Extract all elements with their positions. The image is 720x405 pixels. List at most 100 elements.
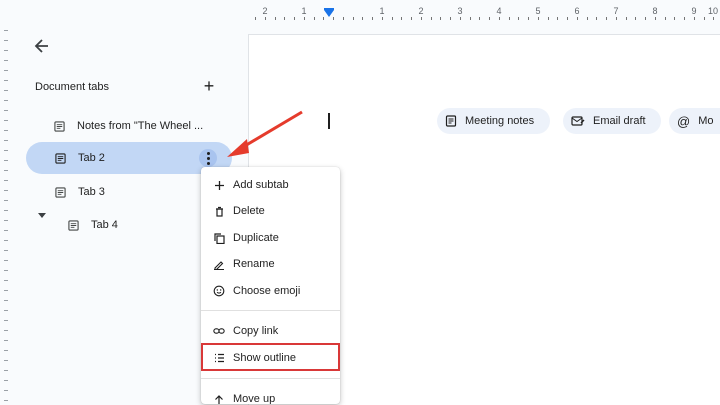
menu-item-add-subtab[interactable]: Add subtab: [201, 172, 340, 198]
ruler-tick: [4, 70, 8, 71]
ruler-tick: [518, 17, 519, 20]
ruler-tick: [4, 180, 8, 181]
ruler-number: 9: [691, 6, 697, 16]
ruler-tick: [372, 17, 373, 20]
menu-item-label: Move up: [233, 393, 276, 404]
ruler-tick: [4, 100, 8, 101]
meeting-notes-chip[interactable]: Meeting notes: [437, 108, 550, 134]
doc-tab-icon: [54, 120, 65, 132]
ruler-tick: [284, 17, 285, 20]
ruler-tick: [4, 250, 8, 251]
trash-icon: [213, 205, 225, 217]
menu-item-label: Copy link: [233, 325, 279, 337]
menu-item-label: Rename: [233, 258, 275, 270]
ruler-tick: [4, 90, 8, 91]
doc-tab-icon: [55, 152, 66, 164]
vertical-ruler[interactable]: [0, 24, 12, 404]
menu-separator: [201, 378, 340, 379]
menu-item-copy-link[interactable]: Copy link: [201, 318, 340, 344]
tab-3[interactable]: Tab 3: [55, 176, 215, 208]
duplicate-icon: [213, 232, 225, 244]
menu-item-move-up[interactable]: Move up: [201, 386, 340, 404]
ruler-tick: [509, 17, 510, 20]
ruler-tick: [255, 17, 256, 20]
ruler-number: 1: [301, 6, 307, 16]
ruler-tick: [4, 380, 8, 381]
ruler-tick: [4, 230, 8, 231]
menu-item-show-outline[interactable]: Show outline: [201, 345, 340, 371]
at-sign-icon: @: [677, 113, 691, 129]
menu-item-duplicate[interactable]: Duplicate: [201, 225, 340, 251]
ruler-tick: [304, 17, 305, 20]
ruler-tick: [548, 17, 549, 20]
ruler-number: 2: [262, 6, 268, 16]
ruler-tick: [4, 200, 8, 201]
indent-marker[interactable]: [324, 10, 334, 17]
rename-icon: [213, 258, 225, 270]
ruler-tick: [431, 17, 432, 20]
ruler-number: 7: [613, 6, 619, 16]
link-icon: [213, 325, 225, 337]
ruler-tick: [411, 17, 412, 20]
ruler-tick: [4, 280, 8, 281]
ruler-tick: [362, 17, 363, 20]
menu-item-choose-emoji[interactable]: Choose emoji: [201, 278, 340, 304]
ruler-number: 5: [535, 6, 541, 16]
ruler-tick: [4, 150, 8, 151]
ruler-tick: [4, 130, 8, 131]
chip-label: Meeting notes: [465, 115, 535, 127]
email-draft-icon: [571, 116, 585, 126]
menu-item-label: Duplicate: [233, 232, 279, 244]
ruler-number: 2: [418, 6, 424, 16]
ruler-tick: [470, 17, 471, 20]
ruler-tick: [4, 80, 8, 81]
ruler-tick: [704, 17, 705, 20]
menu-separator: [201, 310, 340, 311]
add-tab-button[interactable]: +: [200, 77, 218, 95]
ruler-tick: [4, 360, 8, 361]
ruler-tick: [577, 17, 578, 20]
ruler-number: 8: [652, 6, 658, 16]
ruler-tick: [440, 17, 441, 20]
ruler-tick: [401, 17, 402, 20]
tab-label: Notes from "The Wheel ...: [77, 120, 204, 132]
ruler-tick: [684, 17, 685, 20]
menu-item-label: Add subtab: [233, 179, 289, 191]
ruler-tick: [4, 290, 8, 291]
mention-chip[interactable]: @ Mo: [669, 108, 720, 134]
tab-options-button[interactable]: [199, 149, 217, 167]
menu-item-label: Delete: [233, 205, 265, 217]
horizontal-ruler[interactable]: 2 1 1 2 3 4 5 6 7 8 9 10: [248, 0, 720, 24]
tab-context-menu: Add subtab Delete Duplicate Rename Choos…: [201, 167, 340, 404]
ruler-tick: [489, 17, 490, 20]
more-vert-dot: [206, 161, 210, 165]
ruler-tick: [4, 120, 8, 121]
tab-notes-from-the-wheel[interactable]: Notes from "The Wheel ...: [54, 110, 234, 142]
ruler-tick: [665, 17, 666, 20]
ruler-tick: [333, 17, 334, 20]
ruler-tick: [557, 17, 558, 20]
tab-label: Tab 4: [91, 219, 118, 231]
collapse-caret-icon[interactable]: [38, 213, 46, 218]
doc-tab-icon: [68, 219, 79, 231]
ruler-tick: [479, 17, 480, 20]
ruler-number: 4: [496, 6, 502, 16]
back-arrow-icon[interactable]: [32, 36, 52, 56]
ruler-tick: [323, 17, 324, 20]
ruler-tick: [382, 17, 383, 20]
tab-4[interactable]: Tab 4: [68, 209, 208, 241]
ruler-tick: [4, 350, 8, 351]
ruler-tick: [343, 17, 344, 20]
ruler-tick: [275, 17, 276, 20]
chip-label: Email draft: [593, 115, 646, 127]
ruler-tick: [4, 270, 8, 271]
ruler-tick: [606, 17, 607, 20]
menu-item-rename[interactable]: Rename: [201, 251, 340, 277]
more-vert-dot: [206, 151, 210, 155]
ruler-tick: [499, 17, 500, 20]
menu-item-delete[interactable]: Delete: [201, 198, 340, 224]
email-draft-chip[interactable]: Email draft: [563, 108, 661, 134]
ruler-number: 1: [379, 6, 385, 16]
menu-item-label: Show outline: [233, 352, 296, 364]
ruler-tick: [460, 17, 461, 20]
